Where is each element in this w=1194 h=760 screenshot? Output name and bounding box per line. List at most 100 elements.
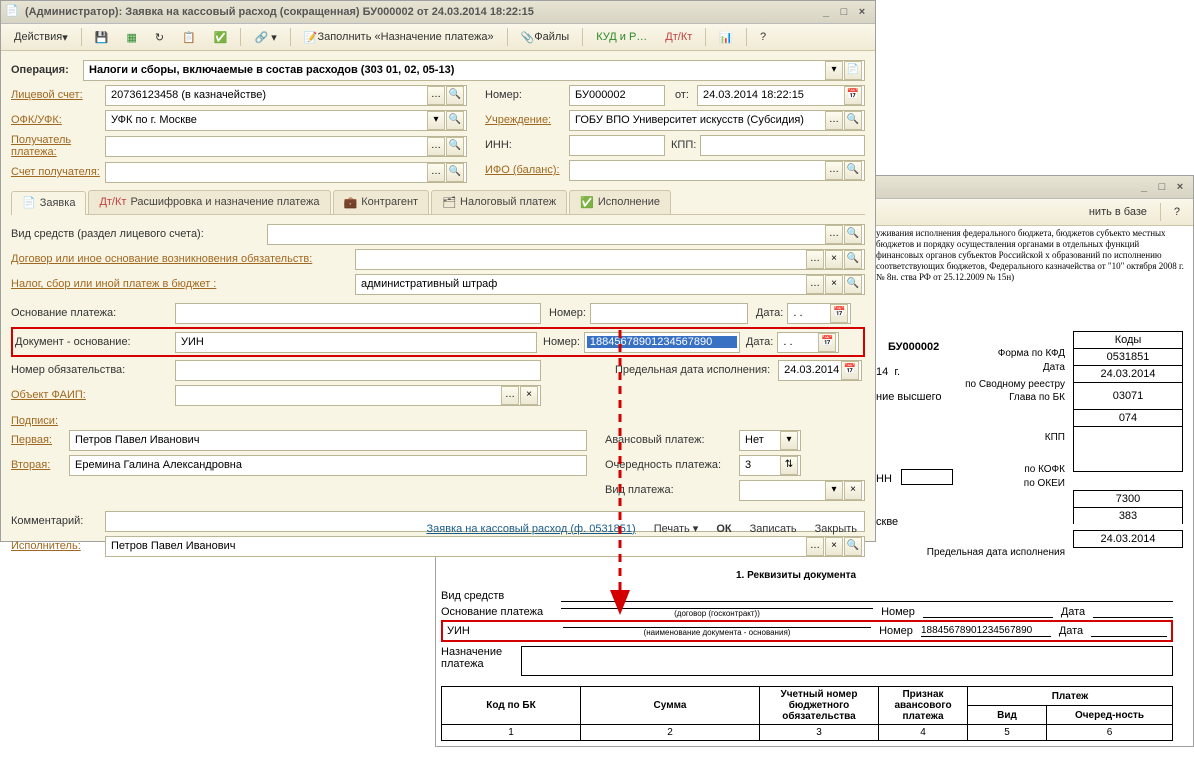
- avans-field[interactable]: Нет▾: [739, 430, 801, 451]
- lookup-icon[interactable]: 🔍: [844, 250, 862, 269]
- clear-icon[interactable]: ×: [520, 386, 538, 405]
- inn-field[interactable]: [569, 135, 665, 156]
- dropdown-icon[interactable]: ▾: [780, 431, 798, 450]
- ofk-field[interactable]: УФК по г. Москве▾🔍: [105, 110, 467, 131]
- nalog-label[interactable]: Налог, сбор или иной платеж в бюджет :: [11, 278, 355, 290]
- calendar-icon[interactable]: 📅: [830, 304, 848, 323]
- tab-zayavka[interactable]: 📄Заявка: [11, 191, 86, 215]
- help-icon[interactable]: ?: [753, 26, 773, 48]
- operation-field[interactable]: Налоги и сборы, включаемые в состав расх…: [83, 60, 865, 81]
- print-button[interactable]: Печать ▾: [646, 520, 707, 537]
- payee-label[interactable]: Получатель платежа:: [11, 134, 105, 158]
- calendar-icon[interactable]: 📅: [841, 361, 859, 380]
- exec-field[interactable]: Петров Павел Иванович…×🔍: [105, 536, 865, 557]
- close-icon[interactable]: ×: [1173, 180, 1187, 194]
- ifo-label[interactable]: ИФО (баланс):: [485, 164, 569, 176]
- dogovor-label[interactable]: Договор или иное основание возникновения…: [11, 253, 355, 265]
- clear-icon[interactable]: ×: [825, 250, 843, 269]
- tb-dtkt-icon[interactable]: Дт/Кт: [658, 26, 699, 48]
- clear-icon[interactable]: ×: [825, 275, 843, 294]
- savebase-button[interactable]: нить в базе: [1082, 201, 1154, 223]
- podpisi-label[interactable]: Подписи:: [11, 415, 587, 427]
- actions-button[interactable]: Действия ▾: [7, 26, 75, 48]
- ifo-field[interactable]: …🔍: [569, 160, 865, 181]
- payee-field[interactable]: …🔍: [105, 136, 467, 157]
- help-icon[interactable]: ?: [1167, 201, 1187, 223]
- lookup-icon[interactable]: 🔍: [844, 111, 862, 130]
- dogovor-field[interactable]: …×🔍: [355, 249, 865, 270]
- dropdown-icon[interactable]: ▾: [427, 111, 445, 130]
- vid-plat-field[interactable]: ▾×: [739, 480, 865, 501]
- ellipsis-icon[interactable]: …: [427, 86, 445, 105]
- tb-refresh-icon[interactable]: ↻: [148, 26, 171, 48]
- ellipsis-icon[interactable]: …: [427, 163, 445, 182]
- doc-date-field[interactable]: . .📅: [777, 332, 839, 353]
- lookup-icon[interactable]: 🔍: [446, 163, 464, 182]
- pred-date-field[interactable]: 24.03.2014📅: [778, 360, 862, 381]
- save-button[interactable]: Записать: [742, 521, 805, 537]
- w1-titlebar[interactable]: 📄 (Администратор): Заявка на кассовый ра…: [1, 1, 875, 24]
- ok-button[interactable]: ОК: [708, 521, 739, 537]
- tab-nalog[interactable]: 🗂Налоговый платеж: [431, 190, 567, 214]
- tb-post-icon[interactable]: ✅: [207, 26, 235, 48]
- ellipsis-icon[interactable]: …: [825, 161, 843, 180]
- osn-field[interactable]: [175, 303, 541, 324]
- tb-report-icon[interactable]: 📊: [712, 26, 740, 48]
- first-sign-label[interactable]: Первая:: [11, 434, 69, 446]
- second-sign-label[interactable]: Вторая:: [11, 459, 69, 471]
- close-icon[interactable]: ×: [855, 5, 869, 19]
- minimize-icon[interactable]: _: [819, 5, 833, 19]
- payee-acct-label[interactable]: Счет получателя:: [11, 166, 105, 178]
- ellipsis-icon[interactable]: …: [427, 137, 445, 156]
- lookup-icon[interactable]: 🔍: [446, 86, 464, 105]
- ochered-field[interactable]: 3⇅: [739, 455, 801, 476]
- form-link[interactable]: Заявка на кассовый расход (ф. 0531851): [427, 523, 636, 535]
- account-field[interactable]: 20736123458 (в казначействе)…🔍: [105, 85, 467, 106]
- nomer-ob-field[interactable]: [175, 360, 541, 381]
- minimize-icon[interactable]: _: [1137, 180, 1151, 194]
- files-button[interactable]: 📎 Файлы: [514, 26, 577, 48]
- faip-field[interactable]: …×: [175, 385, 541, 406]
- payee-acct-field[interactable]: …🔍: [105, 162, 467, 183]
- ellipsis-icon[interactable]: …: [806, 537, 824, 556]
- tb-struct-icon[interactable]: 🔗 ▾: [247, 26, 283, 48]
- lookup-icon[interactable]: 🔍: [446, 111, 464, 130]
- tb-list-icon[interactable]: ▦: [119, 26, 143, 48]
- ellipsis-icon[interactable]: …: [806, 275, 824, 294]
- account-label[interactable]: Лицевой счет:: [11, 89, 105, 101]
- exec-label[interactable]: Исполнитель:: [11, 540, 105, 552]
- lookup-icon[interactable]: 🔍: [446, 137, 464, 156]
- org-field[interactable]: ГОБУ ВПО Университет искусств (Субсидия)…: [569, 110, 865, 131]
- kpp-field[interactable]: [700, 135, 865, 156]
- clear-icon[interactable]: ×: [825, 537, 843, 556]
- doc-num-field[interactable]: 18845678901234567890: [584, 332, 740, 353]
- number-field[interactable]: БУ000002: [569, 85, 665, 106]
- lookup-icon[interactable]: 🔍: [844, 275, 862, 294]
- doc-osn-field[interactable]: УИН: [175, 332, 537, 353]
- faip-label[interactable]: Объект ФАИП:: [11, 389, 175, 401]
- first-sign-field[interactable]: Петров Павел Иванович: [69, 430, 587, 451]
- tab-kontragent[interactable]: 💼Контрагент: [333, 190, 430, 214]
- org-label[interactable]: Учреждение:: [485, 114, 569, 126]
- calendar-icon[interactable]: 📅: [844, 86, 862, 105]
- lookup-icon[interactable]: 🔍: [844, 161, 862, 180]
- show-icon[interactable]: 📄: [844, 61, 862, 80]
- kud-button[interactable]: КУД и Р…: [589, 26, 654, 48]
- fill-button[interactable]: 📝 Заполнить «Назначение платежа»: [297, 26, 501, 48]
- ellipsis-icon[interactable]: …: [501, 386, 519, 405]
- lookup-icon[interactable]: 🔍: [844, 537, 862, 556]
- dropdown-icon[interactable]: ▾: [825, 61, 843, 80]
- close-button[interactable]: Закрыть: [807, 521, 865, 537]
- osn-date-field[interactable]: . .📅: [787, 303, 851, 324]
- second-sign-field[interactable]: Еремина Галина Александровна: [69, 455, 587, 476]
- ellipsis-icon[interactable]: …: [825, 225, 843, 244]
- dropdown-icon[interactable]: ▾: [825, 481, 843, 500]
- ellipsis-icon[interactable]: …: [806, 250, 824, 269]
- tab-rasshifrovka[interactable]: Дт/КтРасшифровка и назначение платежа: [88, 190, 330, 214]
- clear-icon[interactable]: ×: [844, 481, 862, 500]
- tab-ispolnenie[interactable]: ✅Исполнение: [569, 190, 671, 214]
- osn-num-field[interactable]: [590, 303, 748, 324]
- tb-copy-icon[interactable]: 📋: [175, 26, 203, 48]
- lookup-icon[interactable]: 🔍: [844, 225, 862, 244]
- ofk-label[interactable]: ОФК/УФК:: [11, 114, 105, 126]
